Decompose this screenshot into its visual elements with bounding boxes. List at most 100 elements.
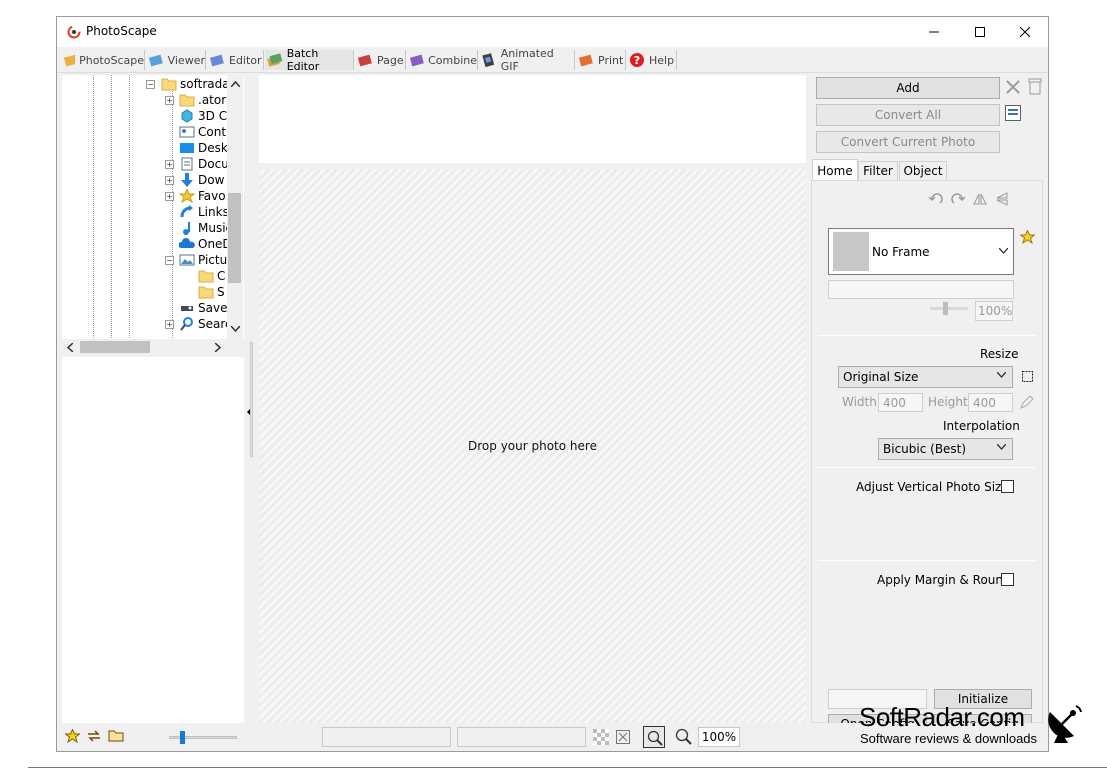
tree-item[interactable]: C bbox=[198, 268, 225, 284]
frame-option-field[interactable] bbox=[828, 280, 1014, 299]
tree-item[interactable]: S bbox=[198, 284, 225, 300]
tab-photoscape[interactable]: PhotoScape bbox=[61, 50, 145, 70]
tree-item-label: Favo bbox=[198, 189, 226, 203]
frame-name: No Frame bbox=[872, 245, 930, 259]
flip-vertical-icon[interactable] bbox=[994, 191, 1010, 207]
panel-splitter[interactable] bbox=[244, 342, 254, 462]
scroll-down-icon bbox=[231, 326, 240, 332]
chevron-down-icon bbox=[997, 444, 1006, 450]
zoom-icon[interactable] bbox=[675, 728, 692, 745]
flip-horizontal-icon[interactable] bbox=[972, 191, 988, 207]
thumbnail-list[interactable] bbox=[62, 357, 244, 723]
tree-item[interactable]: .ator bbox=[179, 92, 226, 108]
tree-collapse-toggle[interactable]: − bbox=[165, 256, 174, 265]
home-panel: No Frame 100% Resize Original Size Width… bbox=[811, 180, 1043, 734]
folder-open-icon[interactable] bbox=[108, 728, 125, 743]
tree-hscroll-thumb[interactable] bbox=[80, 341, 150, 353]
adjust-vertical-checkbox[interactable] bbox=[1001, 480, 1014, 493]
tree-item[interactable]: Searc bbox=[179, 316, 232, 332]
resize-settings-icon[interactable] bbox=[1021, 370, 1034, 383]
tab-print[interactable]: Print bbox=[576, 50, 626, 70]
tree-item[interactable]: 3D C bbox=[179, 108, 227, 124]
thumbnail-size-thumb[interactable] bbox=[180, 731, 185, 744]
tree-item[interactable]: Cont bbox=[179, 124, 226, 140]
checker-background-icon[interactable] bbox=[593, 729, 609, 745]
apply-margin-checkbox[interactable] bbox=[1001, 573, 1014, 586]
tree-expand-toggle[interactable]: + bbox=[165, 176, 174, 185]
frame-selector[interactable]: No Frame bbox=[828, 228, 1014, 275]
zoom-level[interactable]: 100% bbox=[698, 727, 740, 747]
tree-item[interactable]: Dow bbox=[179, 172, 224, 188]
tab-animated-gif[interactable]: Animated GIF bbox=[479, 47, 575, 73]
maximize-icon bbox=[975, 27, 985, 37]
tree-item[interactable]: Favo bbox=[179, 188, 226, 204]
swap-icon[interactable] bbox=[86, 728, 102, 744]
tree-item[interactable]: Pictu bbox=[179, 252, 227, 268]
section-divider bbox=[818, 467, 1036, 468]
convert-all-button[interactable]: Convert All bbox=[816, 104, 1000, 126]
help-icon: ? bbox=[630, 53, 644, 67]
fit-to-window-icon[interactable] bbox=[615, 729, 631, 745]
tree-item[interactable]: Links bbox=[179, 204, 229, 220]
3d-objects-icon bbox=[181, 109, 193, 123]
maximize-button[interactable] bbox=[957, 17, 1003, 47]
convert-current-photo-button[interactable]: Convert Current Photo bbox=[816, 131, 1000, 153]
tree-item[interactable]: Docu bbox=[179, 156, 229, 172]
close-button[interactable] bbox=[1002, 17, 1048, 47]
tab-editor[interactable]: Editor bbox=[207, 50, 264, 70]
interpolation-select[interactable]: Bicubic (Best) bbox=[878, 438, 1013, 460]
tree-expand-toggle[interactable]: + bbox=[165, 192, 174, 201]
tab-viewer[interactable]: Viewer bbox=[146, 50, 206, 70]
tree-item[interactable]: Desk bbox=[179, 140, 228, 156]
tree-expand-toggle[interactable]: + bbox=[165, 160, 174, 169]
tab-combine[interactable]: Combine bbox=[407, 50, 478, 70]
remove-icon[interactable] bbox=[1005, 79, 1021, 95]
thumbnail-size-slider[interactable] bbox=[169, 731, 237, 744]
tab-filter[interactable]: Filter bbox=[858, 161, 898, 181]
tab-page[interactable]: Page bbox=[355, 50, 406, 70]
height-input[interactable]: 400 bbox=[968, 393, 1013, 412]
tree-item-root[interactable]: softradar bbox=[161, 76, 235, 92]
app-window: PhotoScape PhotoScape Viewer Editor Batc… bbox=[56, 16, 1049, 752]
favorites-icon bbox=[179, 189, 195, 203]
tree-collapse-toggle[interactable]: − bbox=[146, 80, 155, 89]
tab-home[interactable]: Home bbox=[812, 159, 858, 181]
photo-drop-zone[interactable]: Drop your photo here bbox=[259, 169, 806, 723]
frame-zoom-slider[interactable] bbox=[930, 302, 968, 315]
window-title: PhotoScape bbox=[86, 24, 157, 38]
saved-games-icon bbox=[181, 306, 193, 311]
tree-expand-toggle[interactable]: + bbox=[165, 96, 174, 105]
tree-item[interactable]: OneD bbox=[179, 236, 232, 252]
tab-batch-editor[interactable]: Batch Editor bbox=[265, 47, 354, 73]
tree-expand-toggle[interactable]: + bbox=[165, 320, 174, 329]
rotate-right-icon[interactable] bbox=[950, 191, 966, 207]
list-settings-icon[interactable] bbox=[1005, 105, 1021, 121]
tree-vscroll-thumb[interactable] bbox=[228, 193, 241, 283]
zoom-actual-button[interactable] bbox=[643, 726, 665, 748]
scroll-up-icon bbox=[231, 81, 240, 87]
minimize-button[interactable] bbox=[911, 17, 957, 47]
width-label: Width bbox=[842, 395, 877, 409]
rotate-left-icon[interactable] bbox=[928, 191, 944, 207]
tree-horizontal-scrollbar[interactable] bbox=[62, 339, 227, 355]
favorite-star-icon[interactable] bbox=[1020, 230, 1035, 245]
frame-zoom-slider-thumb[interactable] bbox=[943, 302, 948, 315]
tree-vertical-scrollbar[interactable] bbox=[227, 75, 243, 340]
tab-combine-label: Combine bbox=[428, 53, 477, 67]
folder-tree[interactable]: − softradar + .ator 3D C Cont Desk + Doc… bbox=[62, 75, 244, 340]
tree-item-label: S bbox=[217, 285, 225, 299]
tree-item[interactable]: Save bbox=[179, 300, 227, 316]
tree-guide bbox=[129, 75, 130, 340]
tab-help[interactable]: ? Help bbox=[627, 50, 677, 70]
pencil-icon[interactable] bbox=[1020, 395, 1034, 409]
width-input[interactable]: 400 bbox=[878, 393, 923, 412]
frame-zoom-field[interactable]: 100% bbox=[975, 301, 1013, 321]
tab-object[interactable]: Object bbox=[899, 161, 947, 181]
tree-item[interactable]: Music bbox=[179, 220, 232, 236]
star-icon[interactable] bbox=[65, 729, 80, 744]
add-button[interactable]: Add bbox=[816, 77, 1000, 99]
zoom-actual-icon bbox=[647, 730, 663, 746]
tree-item-label: 3D C bbox=[198, 109, 228, 123]
resize-select[interactable]: Original Size bbox=[838, 366, 1013, 388]
trash-icon[interactable] bbox=[1028, 78, 1042, 95]
